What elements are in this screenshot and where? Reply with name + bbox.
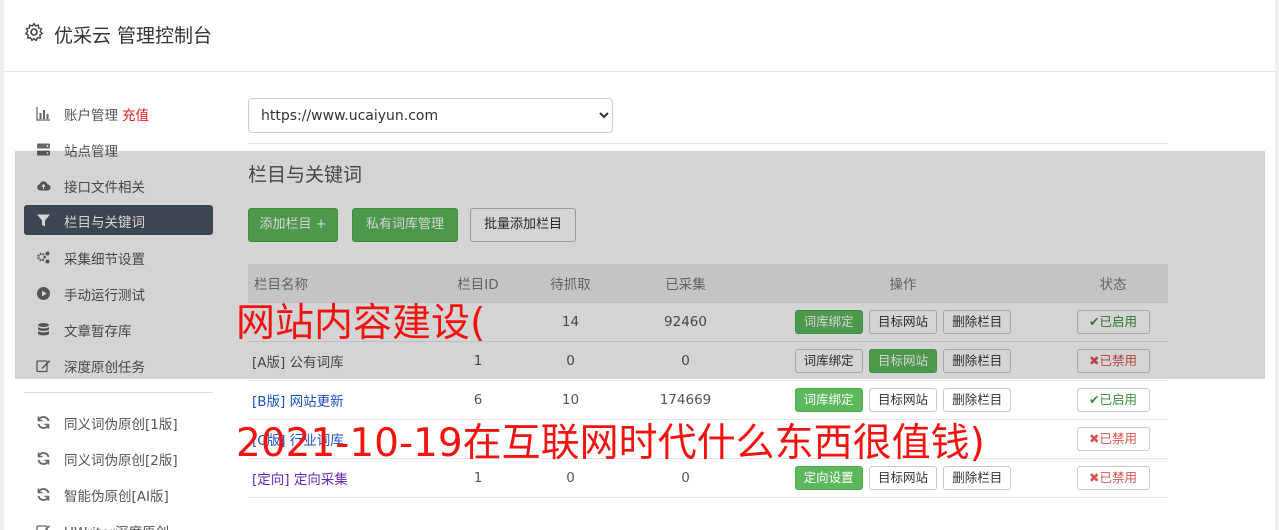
edit-icon: [36, 525, 51, 530]
sidebar-item-label: 采集细节设置: [64, 252, 145, 268]
bind-lib-button[interactable]: 词库绑定: [794, 309, 863, 334]
watermark-line-1: 网站内容建设(: [236, 301, 486, 346]
status-cell: ✖已禁用: [1058, 457, 1168, 498]
divider: [248, 143, 1168, 144]
sidebar-divider: [24, 392, 213, 393]
gear-icon: [25, 22, 43, 42]
close-icon: ✖: [1089, 430, 1100, 446]
sidebar-item-manual-run[interactable]: 手动运行测试: [24, 278, 213, 308]
status-toggle-button[interactable]: ✔已启用: [1076, 387, 1150, 412]
col-pending-header: 待抓取: [518, 264, 623, 302]
delete-column-button[interactable]: 删除栏目: [943, 348, 1012, 373]
delete-column-button[interactable]: 删除栏目: [943, 309, 1012, 334]
site-select[interactable]: https://www.ucaiyun.com: [248, 98, 613, 133]
status-cell: ✖已禁用: [1058, 340, 1168, 380]
status-cell: ✔已启用: [1058, 301, 1168, 341]
pending-cell: 0: [518, 340, 623, 380]
sidebar-item-label: 同义词伪原创[2版]: [64, 453, 178, 469]
ops-cell: 词库绑定 目标网站 删除栏目: [748, 340, 1058, 380]
sidebar-item-deep-original[interactable]: 深度原创任务: [24, 350, 213, 380]
database-icon: [38, 323, 49, 336]
check-icon: ✔: [1089, 313, 1100, 329]
watermark-line-2: 2021-10-19在互联网时代什么东西很值钱): [236, 421, 985, 466]
status-toggle-button[interactable]: ✖已禁用: [1076, 465, 1150, 490]
sidebar-item-label: 深度原创任务: [64, 360, 145, 376]
section-title: 栏目与关键词: [248, 164, 363, 186]
sidebar-item-label: 站点管理: [64, 144, 118, 160]
sidebar-item-label: 接口文件相关: [64, 180, 145, 196]
ops-cell: 词库绑定 目标网站 删除栏目: [748, 301, 1058, 341]
sidebar-item-sites[interactable]: 站点管理: [24, 134, 213, 164]
check-icon: ✔: [1089, 391, 1100, 407]
add-column-button[interactable]: 添加栏目 +: [248, 208, 338, 242]
sidebar-item-label: 同义词伪原创[1版]: [64, 417, 178, 433]
private-lib-button[interactable]: 私有词库管理: [352, 208, 458, 242]
sidebar-item-synonym-v2[interactable]: 同义词伪原创[2版]: [24, 443, 213, 473]
edit-icon: [36, 360, 51, 373]
sidebar-item-account[interactable]: 账户管理 充值: [24, 98, 213, 128]
target-site-button[interactable]: 目标网站: [868, 348, 937, 373]
page-title: 优采云 管理控制台: [54, 25, 213, 47]
collected-cell: 92460: [623, 301, 748, 341]
refresh-icon: [37, 488, 50, 501]
sidebar-item-columns-keywords[interactable]: 栏目与关键词: [24, 205, 213, 235]
refresh-icon: [37, 416, 50, 429]
status-toggle-button[interactable]: ✖已禁用: [1076, 348, 1150, 373]
target-site-button[interactable]: 目标网站: [868, 387, 937, 412]
sidebar-item-label: 栏目与关键词: [64, 215, 145, 231]
sidebar-item-label: 文章暂存库: [64, 324, 132, 340]
recharge-link[interactable]: 充值: [122, 108, 149, 124]
status-toggle-button[interactable]: ✖已禁用: [1076, 426, 1150, 451]
target-site-button[interactable]: 目标网站: [868, 309, 937, 334]
close-icon: ✖: [1089, 469, 1100, 485]
filter-icon: [37, 214, 50, 227]
status-cell: ✖已禁用: [1058, 418, 1168, 458]
top-header: 优采云 管理控制台: [4, 0, 1275, 72]
sidebar-item-uwriter[interactable]: UWriter深度原创: [24, 515, 213, 530]
cogs-icon: [37, 251, 50, 264]
col-collected-header: 已采集: [623, 264, 748, 302]
bar-chart-icon: [36, 107, 50, 121]
status-cell: ✔已启用: [1058, 379, 1168, 419]
sidebar-item-label: 账户管理: [64, 108, 118, 124]
sidebar-item-label: 智能伪原创[AI版]: [64, 489, 169, 505]
batch-add-button[interactable]: 批量添加栏目: [470, 208, 576, 242]
sidebar-item-interface[interactable]: 接口文件相关: [24, 170, 213, 200]
refresh-icon: [37, 452, 50, 465]
play-circle-icon: [37, 287, 50, 300]
delete-column-button[interactable]: 删除栏目: [943, 387, 1012, 412]
col-ops-header: 操作: [748, 264, 1058, 302]
collected-cell: 0: [623, 340, 748, 380]
target-site-button[interactable]: 目标网站: [868, 465, 937, 490]
sidebar-item-collect-settings[interactable]: 采集细节设置: [24, 242, 213, 272]
bind-lib-button[interactable]: 词库绑定: [794, 348, 863, 373]
directed-settings-button[interactable]: 定向设置: [794, 465, 863, 490]
server-icon: [37, 143, 50, 156]
sidebar-item-label: 手动运行测试: [64, 288, 145, 304]
sidebar-item-article-store[interactable]: 文章暂存库: [24, 314, 213, 344]
status-toggle-button[interactable]: ✔已启用: [1076, 309, 1150, 334]
sidebar-item-synonym-v1[interactable]: 同义词伪原创[1版]: [24, 407, 213, 437]
sidebar-item-ai-rewrite[interactable]: 智能伪原创[AI版]: [24, 479, 213, 509]
sidebar-item-label: UWriter深度原创: [64, 521, 169, 530]
close-icon: ✖: [1089, 352, 1100, 368]
pending-cell: 14: [518, 301, 623, 341]
delete-column-button[interactable]: 删除栏目: [943, 465, 1012, 490]
bind-lib-button[interactable]: 词库绑定: [794, 387, 863, 412]
cloud-upload-icon: [37, 181, 51, 191]
col-status-header: 状态: [1058, 264, 1168, 302]
